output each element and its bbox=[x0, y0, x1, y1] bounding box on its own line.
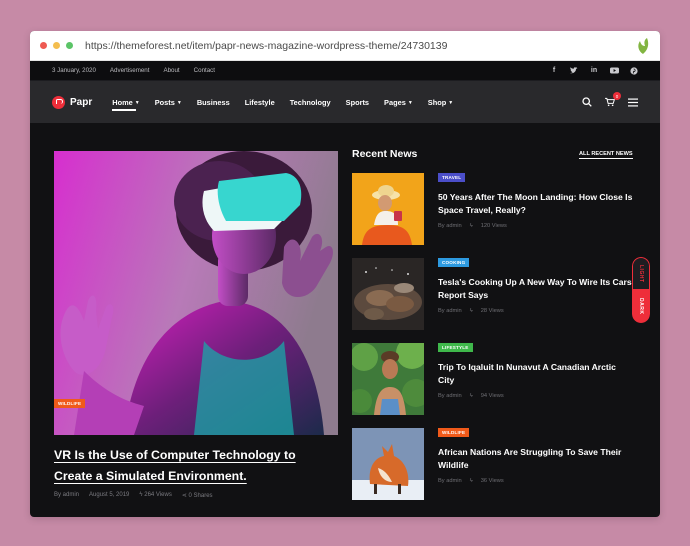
chevron-down-icon: ▼ bbox=[134, 99, 140, 106]
light-mode-label: LIGHT bbox=[638, 264, 644, 283]
minimize-window-dot[interactable] bbox=[53, 42, 60, 49]
nav-item-label: Lifestyle bbox=[244, 97, 275, 107]
dark-mode-option[interactable]: DARK bbox=[632, 289, 650, 323]
nav-item-label: Shop bbox=[427, 97, 447, 107]
chevron-down-icon: ▼ bbox=[176, 99, 182, 106]
featured-image[interactable] bbox=[54, 151, 338, 435]
featured-title-line-2[interactable]: Create a Simulated Environment. bbox=[54, 469, 247, 483]
hamburger-menu-icon[interactable] bbox=[628, 97, 638, 107]
news-category-tag[interactable]: LIFESTYLE bbox=[438, 343, 473, 352]
top-date: 3 January, 2020 bbox=[52, 67, 96, 74]
nav-item-sports[interactable]: Sports bbox=[346, 98, 369, 107]
featured-meta: By admin August 5, 2019 ϟ 264 Views ⋖ 0 … bbox=[54, 492, 213, 499]
news-title[interactable]: Tesla's Cooking Up A New Way To Wire Its… bbox=[438, 276, 634, 302]
cart-count-badge: 0 bbox=[613, 92, 621, 100]
youtube-icon[interactable] bbox=[610, 67, 619, 74]
browser-address-bar: https://themeforest.net/item/papr-news-m… bbox=[30, 31, 660, 61]
recent-news-item[interactable]: TRAVEL 50 Years After The Moon Landing: … bbox=[352, 173, 632, 245]
envato-leaf-icon bbox=[638, 38, 649, 54]
views-icon: ϟ bbox=[469, 308, 473, 314]
nav-item-label: Business bbox=[196, 97, 230, 107]
news-title[interactable]: Trip To Iqaluit In Nunavut A Canadian Ar… bbox=[438, 361, 634, 387]
chevron-down-icon: ▼ bbox=[448, 99, 454, 106]
nav-item-label: Home bbox=[112, 97, 133, 107]
recent-news-heading: Recent News bbox=[352, 148, 418, 160]
nav-item-label: Sports bbox=[345, 97, 370, 107]
news-views: 36 Views bbox=[480, 478, 504, 484]
linkedin-icon[interactable]: in bbox=[589, 67, 599, 74]
cart-icon[interactable]: 0 bbox=[605, 92, 621, 107]
logo-text: Papr bbox=[70, 96, 93, 108]
top-link-advertisement[interactable]: Advertisement bbox=[110, 67, 150, 74]
site-logo[interactable]: Papr bbox=[52, 95, 93, 109]
facebook-icon[interactable]: f bbox=[549, 67, 559, 74]
featured-category-tag[interactable]: WILDLIFE bbox=[54, 399, 86, 408]
news-views: 28 Views bbox=[480, 308, 504, 314]
shares-count: 0 Shares bbox=[188, 493, 213, 499]
close-window-dot[interactable] bbox=[40, 42, 47, 49]
search-icon[interactable] bbox=[582, 97, 592, 107]
browser-window: https://themeforest.net/item/papr-news-m… bbox=[30, 31, 660, 517]
recent-news-item[interactable]: WILDLIFE African Nations Are Struggling … bbox=[352, 428, 632, 500]
top-bar: 3 January, 2020 Advertisement About Cont… bbox=[30, 61, 660, 81]
url-text[interactable]: https://themeforest.net/item/papr-news-m… bbox=[85, 40, 447, 52]
news-author[interactable]: By admin bbox=[438, 308, 462, 314]
twitter-icon[interactable] bbox=[570, 67, 578, 74]
nav-item-label: Pages bbox=[384, 97, 406, 107]
news-category-tag[interactable]: COOKING bbox=[438, 258, 470, 267]
light-mode-option[interactable]: LIGHT bbox=[632, 257, 650, 289]
views-icon: ϟ bbox=[469, 393, 473, 399]
featured-author[interactable]: By admin bbox=[54, 492, 79, 499]
news-meta: By admin ϟ 120 Views bbox=[438, 223, 507, 229]
news-thumbnail[interactable] bbox=[352, 428, 424, 500]
light-dark-mode-toggle[interactable]: LIGHT DARK bbox=[632, 257, 650, 323]
featured-title[interactable]: VR Is the Use of Computer Technology to … bbox=[54, 445, 344, 487]
news-title[interactable]: 50 Years After The Moon Landing: How Clo… bbox=[438, 191, 634, 217]
news-meta: By admin ϟ 36 Views bbox=[438, 478, 504, 484]
papr-logo-icon bbox=[52, 95, 65, 109]
nav-item-shop[interactable]: Shop ▼ bbox=[428, 98, 453, 107]
news-title[interactable]: African Nations Are Struggling To Save T… bbox=[438, 446, 634, 472]
recent-news-item[interactable]: LIFESTYLE Trip To Iqaluit In Nunavut A C… bbox=[352, 343, 632, 415]
recent-news-item[interactable]: COOKING Tesla's Cooking Up A New Way To … bbox=[352, 258, 634, 330]
views-icon: ϟ bbox=[469, 223, 473, 229]
news-thumbnail[interactable] bbox=[352, 343, 424, 415]
news-author[interactable]: By admin bbox=[438, 223, 462, 229]
news-views: 120 Views bbox=[480, 223, 507, 229]
featured-views: ϟ 264 Views bbox=[139, 492, 171, 499]
all-recent-news-link[interactable]: ALL RECENT NEWS bbox=[579, 151, 633, 159]
dark-mode-label: DARK bbox=[638, 297, 644, 315]
views-count: 264 Views bbox=[144, 492, 172, 498]
nav-item-technology[interactable]: Technology bbox=[290, 98, 331, 107]
nav-item-business[interactable]: Business bbox=[197, 98, 230, 107]
pinterest-icon[interactable] bbox=[630, 66, 638, 75]
news-category-tag[interactable]: WILDLIFE bbox=[438, 428, 470, 437]
news-thumbnail[interactable] bbox=[352, 258, 424, 330]
nav-item-posts[interactable]: Posts ▼ bbox=[155, 98, 182, 107]
news-views: 94 Views bbox=[480, 393, 504, 399]
news-author[interactable]: By admin bbox=[438, 393, 462, 399]
nav-item-pages[interactable]: Pages ▼ bbox=[384, 98, 413, 107]
views-icon: ϟ bbox=[469, 478, 473, 484]
nav-menu: Home ▼ Posts ▼ Business Lifestyle Technolo… bbox=[112, 97, 453, 111]
top-link-contact[interactable]: Contact bbox=[194, 67, 215, 74]
featured-shares: ⋖ 0 Shares bbox=[182, 492, 213, 499]
news-category-tag[interactable]: TRAVEL bbox=[438, 173, 466, 182]
top-link-about[interactable]: About bbox=[163, 67, 179, 74]
chevron-down-icon: ▼ bbox=[407, 99, 413, 106]
news-meta: By admin ϟ 28 Views bbox=[438, 308, 504, 314]
news-author[interactable]: By admin bbox=[438, 478, 462, 484]
views-icon: ϟ bbox=[139, 492, 143, 498]
nav-item-home[interactable]: Home ▼ bbox=[112, 97, 140, 111]
maximize-window-dot[interactable] bbox=[66, 42, 73, 49]
featured-date: August 5, 2019 bbox=[89, 492, 130, 498]
main-navigation: Papr Home ▼ Posts ▼ Business Lifestyle Tec… bbox=[30, 81, 660, 123]
featured-title-line-1[interactable]: VR Is the Use of Computer Technology to bbox=[54, 448, 296, 462]
news-thumbnail[interactable] bbox=[352, 173, 424, 245]
share-icon: ⋖ bbox=[181, 493, 187, 499]
nav-item-label: Posts bbox=[154, 97, 175, 107]
nav-item-lifestyle[interactable]: Lifestyle bbox=[245, 98, 275, 107]
news-meta: By admin ϟ 94 Views bbox=[438, 393, 504, 399]
nav-item-label: Technology bbox=[289, 97, 331, 107]
